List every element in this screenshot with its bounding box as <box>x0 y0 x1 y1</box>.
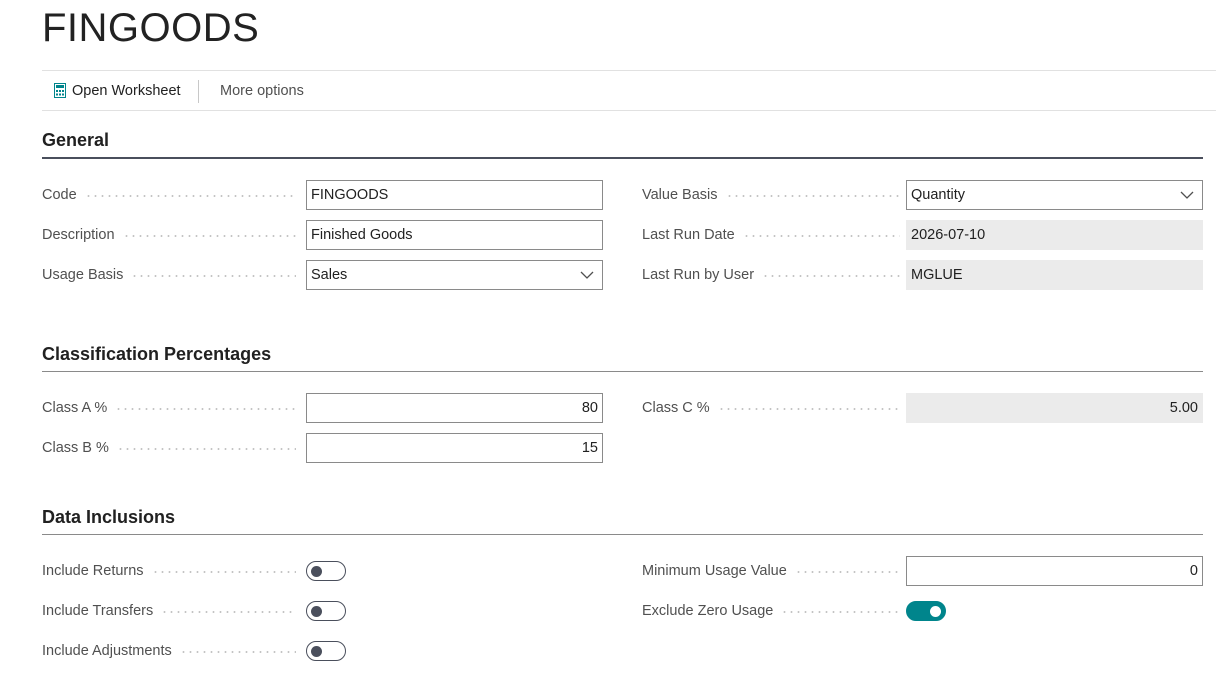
class-b-label: Class B % <box>42 433 296 463</box>
section-rule-data-inclusions <box>42 534 1203 535</box>
usage-basis-value: Sales <box>311 267 348 283</box>
last-run-date-field: 2026-07-10 <box>906 220 1203 250</box>
include-transfers-label: Include Transfers <box>42 596 296 626</box>
code-field[interactable]: FINGOODS <box>306 180 603 210</box>
value-basis-value: Quantity <box>911 187 965 203</box>
action-bar: Open Worksheet More options <box>42 70 1216 111</box>
description-label: Description <box>42 220 296 250</box>
section-title-data-inclusions[interactable]: Data Inclusions <box>42 507 175 528</box>
minimum-usage-value-field[interactable]: 0 <box>906 556 1203 586</box>
value-basis-select[interactable]: Quantity <box>906 180 1203 210</box>
page-title: FINGOODS <box>42 6 260 50</box>
action-separator <box>198 80 199 103</box>
usage-basis-select[interactable]: Sales <box>306 260 603 290</box>
class-a-field[interactable]: 80 <box>306 393 603 423</box>
include-returns-toggle[interactable] <box>306 561 346 581</box>
class-a-label: Class A % <box>42 393 296 423</box>
chevron-down-icon <box>1180 191 1194 199</box>
more-options-button[interactable]: More options <box>220 71 304 110</box>
toggle-knob <box>930 606 941 617</box>
include-returns-label: Include Returns <box>42 556 296 586</box>
exclude-zero-usage-label: Exclude Zero Usage <box>642 596 900 626</box>
description-field[interactable]: Finished Goods <box>306 220 603 250</box>
open-worksheet-label: Open Worksheet <box>72 82 181 99</box>
toggle-knob <box>311 566 322 577</box>
chevron-down-icon <box>580 271 594 279</box>
section-rule-general <box>42 157 1203 159</box>
minimum-usage-value-label: Minimum Usage Value <box>642 556 900 586</box>
include-adjustments-label: Include Adjustments <box>42 636 296 666</box>
class-c-field: 5.00 <box>906 393 1203 423</box>
class-c-label: Class C % <box>642 393 900 423</box>
open-worksheet-button[interactable]: Open Worksheet <box>54 71 181 110</box>
last-run-by-user-field: MGLUE <box>906 260 1203 290</box>
toggle-knob <box>311 646 322 657</box>
class-b-field[interactable]: 15 <box>306 433 603 463</box>
section-rule-classification <box>42 371 1203 372</box>
toggle-knob <box>311 606 322 617</box>
section-title-general[interactable]: General <box>42 130 109 151</box>
last-run-by-user-label: Last Run by User <box>642 260 900 290</box>
section-title-classification[interactable]: Classification Percentages <box>42 344 271 365</box>
code-label: Code <box>42 180 296 210</box>
include-adjustments-toggle[interactable] <box>306 641 346 661</box>
worksheet-icon <box>54 83 66 98</box>
include-transfers-toggle[interactable] <box>306 601 346 621</box>
last-run-date-label: Last Run Date <box>642 220 900 250</box>
usage-basis-label: Usage Basis <box>42 260 296 290</box>
value-basis-label: Value Basis <box>642 180 900 210</box>
exclude-zero-usage-toggle[interactable] <box>906 601 946 621</box>
